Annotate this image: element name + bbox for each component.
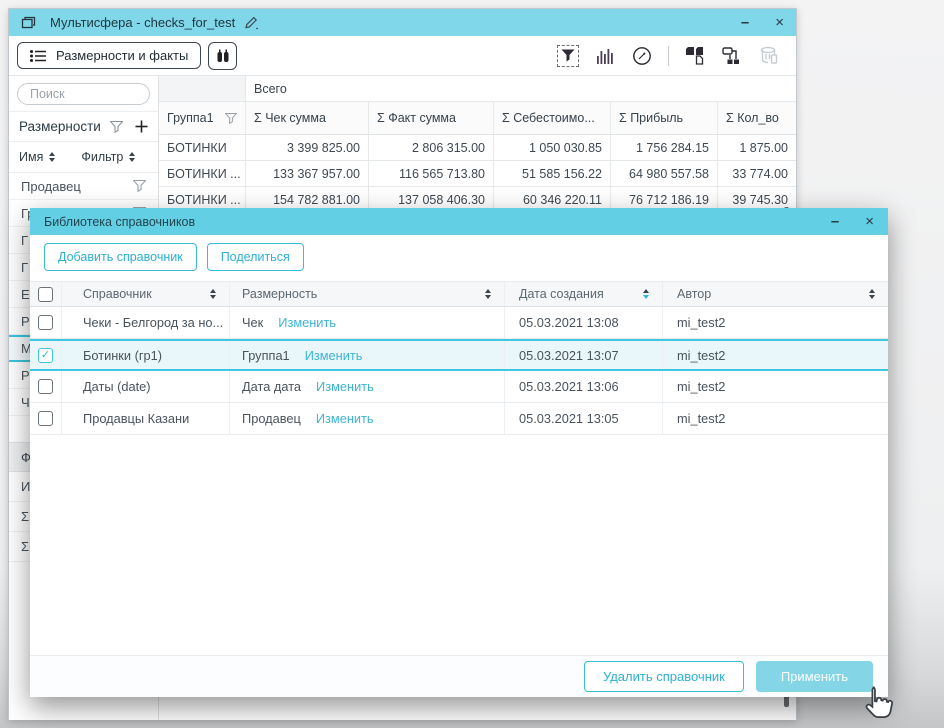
dialog-titlebar: Библиотека справочников – × [30, 208, 888, 235]
dimension-value: Дата дата [242, 379, 301, 394]
copy-documents-icon [685, 46, 705, 65]
hierarchy-tool-button[interactable] [721, 45, 743, 67]
gauge-icon [632, 46, 652, 66]
pivot-col-header[interactable]: Σ Чек сумма [246, 102, 369, 135]
hand-cursor [858, 682, 896, 724]
select-all-checkbox[interactable] [38, 287, 53, 302]
dimension-value: Продавец [242, 411, 301, 426]
dimension-value: Чек [242, 315, 263, 330]
toolbar-icon-group [557, 36, 780, 75]
dialog-toolbar: Добавить справочник Поделиться [30, 235, 888, 281]
close-button[interactable]: × [775, 15, 784, 30]
dictionary-row[interactable]: Даты (date) Дата дата Изменить 05.03.202… [30, 371, 888, 403]
search-wrap [9, 76, 158, 111]
edit-link[interactable]: Изменить [278, 315, 336, 330]
main-toolbar: Размерности и факты [9, 36, 796, 76]
edit-link[interactable]: Изменить [316, 379, 374, 394]
gauge-tool-button[interactable] [631, 45, 653, 67]
hierarchy-icon [722, 47, 743, 65]
dictionary-row-selected[interactable]: Ботинки (гр1) Группа1 Изменить 05.03.202… [30, 339, 888, 371]
pivot-col-header[interactable]: Σ Факт сумма [369, 102, 494, 135]
edit-link[interactable]: Изменить [305, 348, 363, 363]
add-dimension-icon[interactable] [135, 120, 148, 133]
row-checkbox[interactable] [38, 411, 53, 426]
dimensions-facts-label: Размерности и факты [56, 48, 188, 63]
apply-button[interactable]: Применить [756, 661, 873, 692]
header-date[interactable]: Дата создания [505, 282, 663, 306]
filter-icon[interactable] [225, 113, 237, 124]
sort-icon [49, 152, 55, 162]
filter-icon[interactable] [110, 121, 123, 133]
row-checkbox[interactable] [38, 379, 53, 394]
pivot-col-header[interactable]: Σ Кол_во [718, 102, 796, 135]
dimensions-section-label: Размерности [19, 119, 101, 134]
search-input[interactable] [17, 83, 150, 105]
sort-icon[interactable] [485, 289, 491, 299]
dialog-title: Библиотека справочников [44, 215, 195, 229]
pivot-col-header[interactable]: Σ Прибыль [611, 102, 718, 135]
chart-tool-button[interactable] [594, 45, 616, 67]
dimension-value: Группа1 [242, 348, 290, 363]
select-all-cell[interactable] [30, 282, 62, 306]
list-icon [30, 49, 47, 63]
sort-icon[interactable] [869, 289, 875, 299]
share-button[interactable]: Поделиться [207, 243, 304, 271]
dialog-close-button[interactable]: × [865, 214, 874, 229]
sort-icon[interactable] [210, 289, 216, 299]
pivot-data-row[interactable]: БОТИНКИ 3 399 825.00 2 806 315.00 1 050 … [159, 135, 796, 161]
header-dictionary[interactable]: Справочник [62, 282, 230, 306]
window-title: Мультисфера - checks_for_test [50, 15, 235, 30]
edit-link[interactable]: Изменить [316, 411, 374, 426]
name-col-label: Имя [19, 150, 43, 164]
pivot-total-label: Всего [246, 76, 796, 102]
filter-col-label: Фильтр [81, 150, 123, 164]
pivot-col-gruppa1[interactable]: Группа1 [159, 102, 246, 135]
sidebar-column-headers: Имя Фильтр [9, 142, 158, 173]
row-checkbox[interactable] [38, 315, 53, 330]
library-dialog: Библиотека справочников – × Добавить спр… [30, 208, 888, 697]
bar-chart-icon [596, 48, 614, 64]
window-restore-icon [21, 16, 36, 29]
sort-icon [129, 152, 135, 162]
dimensions-facts-button[interactable]: Размерности и факты [17, 42, 201, 69]
dialog-footer: Удалить справочник Применить [30, 655, 888, 697]
export-tool-button[interactable] [684, 45, 706, 67]
row-checkbox-checked[interactable] [38, 348, 53, 363]
edit-pencil-icon[interactable] [243, 16, 259, 30]
sidebar-item-prodavec[interactable]: Продавец [9, 173, 158, 200]
dictionary-row[interactable]: Чеки - Белгород за но... Чек Изменить 05… [30, 307, 888, 339]
toolbar-separator [668, 46, 669, 66]
dictionary-table: Справочник Размерность Дата создания Авт… [30, 281, 888, 435]
pivot-corner-cell [159, 76, 246, 102]
dictionary-row[interactable]: Продавцы Казани Продавец Изменить 05.03.… [30, 403, 888, 435]
archive-icon [759, 46, 779, 65]
header-dimension[interactable]: Размерность [230, 282, 505, 306]
dimensions-section-header: Размерности [9, 111, 158, 142]
binoculars-icon [215, 48, 231, 64]
pivot-total-row: Всего [159, 76, 796, 102]
pivot-header-row: Группа1 Σ Чек сумма Σ Факт сумма Σ Себес… [159, 102, 796, 135]
archive-tool-button-disabled [758, 45, 780, 67]
header-author[interactable]: Автор [663, 282, 888, 306]
minimize-button[interactable]: – [741, 15, 749, 30]
pivot-data-row[interactable]: БОТИНКИ ... 133 367 957.00 116 565 713.8… [159, 161, 796, 187]
filter-tool-button[interactable] [557, 45, 579, 67]
filter-icon [561, 49, 575, 62]
sort-by-name[interactable]: Имя [19, 150, 55, 164]
binoculars-button[interactable] [208, 42, 237, 70]
dictionary-table-header: Справочник Размерность Дата создания Авт… [30, 281, 888, 307]
add-dictionary-button[interactable]: Добавить справочник [44, 243, 197, 271]
filter-icon[interactable] [133, 180, 146, 192]
sort-by-filter[interactable]: Фильтр [81, 150, 135, 164]
sort-icon-active[interactable] [643, 289, 649, 299]
main-titlebar: Мультисфера - checks_for_test – × [9, 9, 796, 36]
dialog-empty-area [30, 435, 888, 655]
delete-dictionary-button[interactable]: Удалить справочник [584, 661, 744, 692]
pivot-col-header[interactable]: Σ Себестоимо... [494, 102, 611, 135]
dialog-minimize-button[interactable]: – [831, 214, 839, 229]
